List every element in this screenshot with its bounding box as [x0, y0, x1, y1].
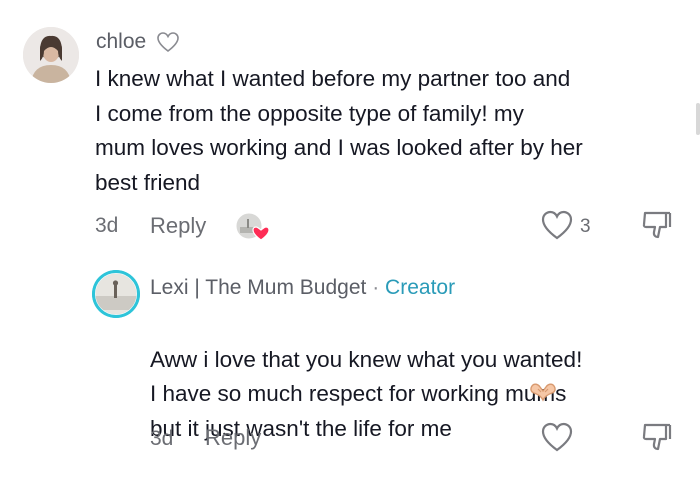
- comment-text: I knew what I wanted before my partner t…: [95, 66, 583, 195]
- comment-age: 3d: [150, 427, 174, 450]
- creator-badge: Creator: [385, 276, 456, 299]
- comment-thread: chloe I knew what I wanted before my par…: [0, 0, 700, 477]
- separator-dot: ·: [372, 276, 380, 299]
- heart-outline-icon[interactable]: [540, 209, 574, 241]
- avatar-chloe[interactable]: [23, 27, 79, 83]
- reply-button[interactable]: Reply: [150, 213, 206, 239]
- reply-button[interactable]: Reply: [205, 425, 261, 451]
- reply-username-row: Lexi | The Mum Budget · Creator: [150, 276, 455, 300]
- avatar-photo: [92, 270, 140, 318]
- comment-age: 3d: [95, 214, 119, 237]
- comment-username[interactable]: Lexi | The Mum Budget: [150, 276, 366, 299]
- dislike-icon[interactable]: [640, 208, 674, 242]
- like-count: 3: [580, 216, 591, 237]
- dislike-icon[interactable]: [640, 420, 674, 454]
- heart-hands-icon: [528, 380, 558, 404]
- avatar-lexi[interactable]: [92, 270, 140, 318]
- creator-liked-avatar-icon: [234, 211, 272, 243]
- heart-outline-icon[interactable]: [540, 421, 574, 453]
- avatar-photo: [23, 27, 79, 83]
- comment-username[interactable]: chloe: [96, 30, 146, 54]
- scrollbar[interactable]: [696, 103, 700, 135]
- heart-outline-icon[interactable]: [156, 31, 180, 53]
